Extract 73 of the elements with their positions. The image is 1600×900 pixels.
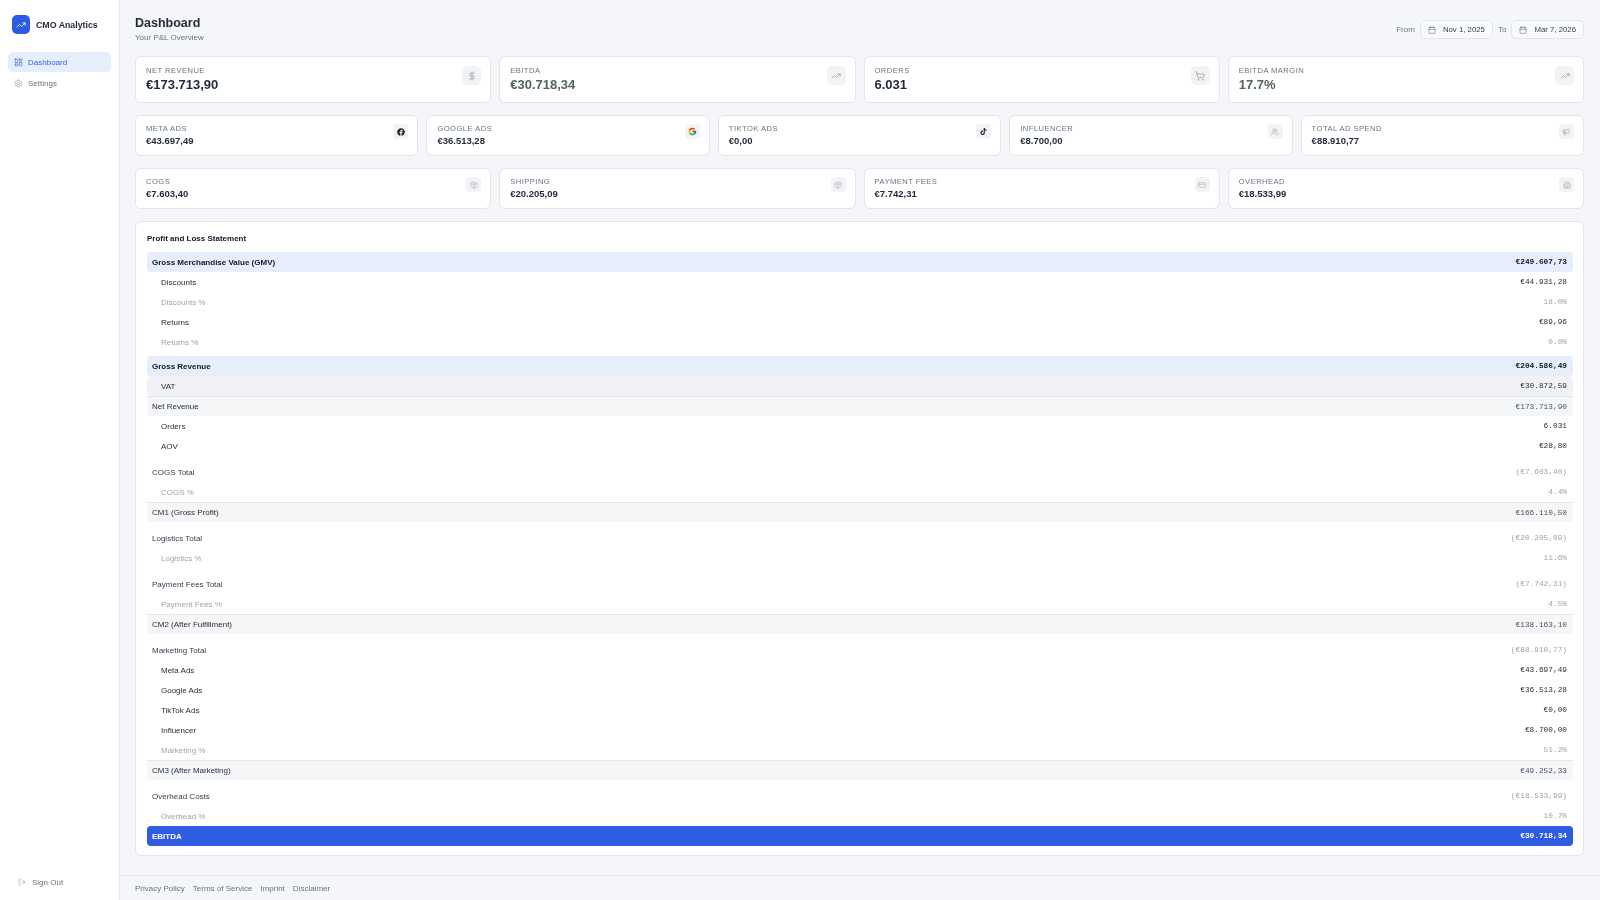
kpi-value: €30.718,34 xyxy=(510,77,576,93)
kpi-value: €7.603,40 xyxy=(146,188,189,200)
facebook-icon xyxy=(393,124,409,139)
pnl-title: Profit and Loss Statement xyxy=(147,233,247,245)
kpi-value: €88.910,77 xyxy=(1311,135,1361,147)
statement-label: Payment Fees % xyxy=(161,599,222,609)
statement-label: Marketing Total xyxy=(152,645,207,655)
logo-icon xyxy=(12,15,30,34)
statement-label: Orders xyxy=(161,421,186,431)
kpi-value: €173.713,90 xyxy=(146,77,219,93)
page-subtitle: Your P&L Overview xyxy=(135,32,204,44)
trending-up-icon xyxy=(1555,66,1574,85)
to-label: To xyxy=(1497,25,1507,34)
calendar-icon xyxy=(1427,25,1436,34)
footer-link[interactable]: Privacy Policy xyxy=(135,883,185,893)
credit-card-icon xyxy=(1194,177,1210,192)
package-icon xyxy=(830,177,846,192)
statement-label: Net Revenue xyxy=(152,402,199,411)
kpi-value: €43.697,49 xyxy=(146,135,194,147)
statement-label: Logistics Total xyxy=(152,533,203,543)
statement-label: Google Ads xyxy=(161,685,203,695)
building-icon xyxy=(1559,177,1574,192)
nav-item[interactable]: Settings xyxy=(8,73,111,93)
cart-icon xyxy=(1190,66,1210,85)
nav-item[interactable]: Dashboard xyxy=(8,52,111,72)
kpi-value: €36.513,28 xyxy=(437,135,486,147)
statement-label: VAT xyxy=(161,381,176,391)
footer-link[interactable]: Terms of Service xyxy=(192,883,253,893)
kpi-value: €0,00 xyxy=(728,135,754,147)
brand-name: CMO Analytics xyxy=(36,19,98,30)
statement-label: Payment Fees Total xyxy=(152,579,223,589)
statement-label: Gross Merchandise Value (GMV) xyxy=(152,257,276,267)
dashboard-icon xyxy=(14,57,23,67)
statement-label: Marketing % xyxy=(161,745,206,755)
statement-label: CM1 (Gross Profit) xyxy=(152,508,219,517)
statement-label: Overhead Costs xyxy=(152,791,210,801)
trending-up-icon xyxy=(826,66,846,85)
statement-label: Discounts xyxy=(161,277,197,287)
from-label: From xyxy=(1396,25,1415,34)
sign-out-button[interactable]: Sign Out xyxy=(8,872,64,892)
statement-label: AOV xyxy=(161,441,178,451)
statement-label: Meta Ads xyxy=(161,665,195,675)
package-icon xyxy=(466,177,482,192)
megaphone-icon xyxy=(1559,124,1574,139)
kpi-value: 17.7% xyxy=(1238,77,1277,93)
dollar-icon xyxy=(462,66,482,85)
footer-link[interactable]: Imprint xyxy=(260,883,285,893)
logout-icon xyxy=(18,878,26,886)
statement-label: CM2 (After Fulfillment) xyxy=(152,620,232,629)
statement-label: EBITDA xyxy=(152,831,182,841)
statement-label: Gross Revenue xyxy=(152,361,211,371)
statement-label: COGS % xyxy=(161,487,194,497)
statement-label: Returns xyxy=(161,317,189,327)
users-icon xyxy=(1267,124,1283,139)
statement-label: Influencer xyxy=(161,725,197,735)
statement-label: CM3 (After Marketing) xyxy=(152,766,231,775)
statement-label: Returns % xyxy=(161,337,199,347)
statement-label: Logistics % xyxy=(161,553,202,563)
google-icon xyxy=(684,124,700,139)
footer-link[interactable]: Disclaimer xyxy=(292,883,331,893)
calendar-icon xyxy=(1519,25,1528,34)
kpi-value: 6.031 xyxy=(874,77,909,93)
kpi-value: €18.533,99 xyxy=(1238,188,1287,200)
statement-label: TikTok Ads xyxy=(161,705,200,715)
kpi-value: €7.742,31 xyxy=(874,188,918,200)
settings-icon xyxy=(14,78,23,88)
statement-label: COGS Total xyxy=(152,467,195,477)
statement-label: Discounts % xyxy=(161,297,206,307)
tiktok-icon xyxy=(976,124,992,139)
statement-label: Overhead % xyxy=(161,811,206,821)
kpi-value: €20.205,09 xyxy=(510,188,558,200)
kpi-value: €8.700,00 xyxy=(1020,135,1064,147)
page-title: Dashboard xyxy=(135,15,202,32)
